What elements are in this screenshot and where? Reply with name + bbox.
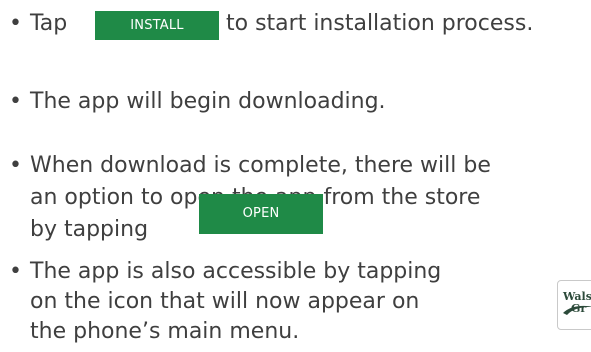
install-button[interactable]: INSTALL [95, 11, 219, 40]
download-complete-line-1: When download is complete, there will be [30, 153, 491, 178]
app-icon-text-line-2: Gr [571, 302, 587, 315]
install-post-text: to start installation process. [226, 11, 534, 36]
instruction-item-3: • When download is complete, there will … [0, 150, 591, 246]
app-icon-text-line-1: Wals [563, 290, 591, 303]
bullet-marker: • [9, 89, 22, 114]
open-button[interactable]: OPEN [199, 194, 323, 234]
app-icon-line-1: The app is also accessible by tapping [30, 259, 442, 284]
download-complete-line-3: by tapping [30, 217, 149, 242]
bullet-marker: • [9, 153, 22, 178]
install-pre-text: Tap [30, 11, 68, 36]
app-icon-line-2: on the icon that will now appear on [30, 289, 420, 314]
bullet-marker: • [9, 11, 22, 36]
instruction-item-4: • The app is also accessible by tapping … [0, 256, 591, 352]
downloading-text: The app will begin downloading. [30, 89, 386, 114]
instruction-page: • Tap INSTALL to start installation proc… [0, 0, 591, 347]
instruction-item-2: • The app will begin downloading. [0, 86, 591, 118]
instruction-item-1: • Tap INSTALL to start installation proc… [0, 8, 591, 40]
app-icon[interactable]: Wals Gr [557, 280, 591, 330]
bullet-marker: • [9, 259, 22, 284]
app-icon-line-3: the phone’s main menu. [30, 319, 300, 344]
